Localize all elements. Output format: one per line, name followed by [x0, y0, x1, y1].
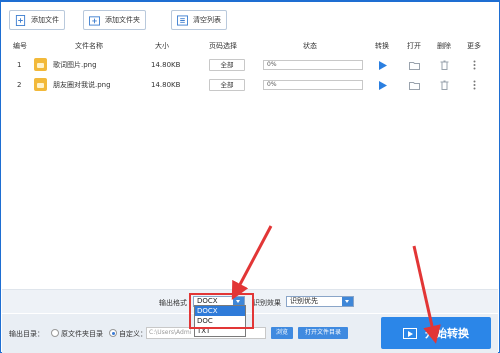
header-index: 编号: [13, 42, 27, 50]
start-convert-button[interactable]: 开始转换: [381, 317, 491, 349]
row-index: 1: [17, 61, 22, 69]
header-delete: 删除: [437, 42, 451, 50]
converter-window: 添加文件 添加文件夹 清空列表 编号 文件名称 大小 页码选择 状态 转换 打开…: [0, 0, 500, 353]
row-size: 14.80KB: [151, 81, 181, 89]
row-index: 2: [17, 81, 22, 89]
file-table-header: 编号 文件名称 大小 页码选择 状态 转换 打开 删除 更多: [5, 39, 495, 53]
recognition-value: 识别优先: [290, 297, 318, 305]
add-folder-icon: [89, 15, 100, 26]
format-label: 输出格式: [159, 299, 187, 307]
add-folder-label: 添加文件夹: [105, 16, 140, 24]
header-name: 文件名称: [75, 42, 103, 50]
delete-trash-icon[interactable]: [438, 79, 450, 91]
more-dots-icon[interactable]: [468, 79, 480, 91]
table-row[interactable]: 2 朋友圈对我说.png 14.80KB 全部 0%: [5, 76, 495, 94]
row-filename: 朋友圈对我说.png: [53, 81, 111, 89]
radio-source-folder[interactable]: [51, 329, 59, 337]
table-row[interactable]: 1 歌词图片.png 14.80KB 全部 0%: [5, 56, 495, 74]
clear-list-icon: [177, 14, 188, 26]
header-convert: 转换: [375, 42, 389, 50]
more-dots-icon[interactable]: [468, 59, 480, 71]
image-file-icon: [34, 78, 47, 91]
recognition-select[interactable]: 识别优先: [286, 296, 354, 307]
row-filename: 歌词图片.png: [53, 61, 97, 69]
add-folder-button[interactable]: 添加文件夹: [83, 10, 146, 30]
start-convert-label: 开始转换: [425, 327, 469, 340]
browse-button[interactable]: 浏览: [271, 327, 293, 339]
add-file-icon: [15, 14, 26, 26]
header-status: 状态: [303, 42, 317, 50]
convert-play-icon[interactable]: [377, 79, 389, 91]
header-open: 打开: [407, 42, 421, 50]
clear-list-button[interactable]: 清空列表: [171, 10, 227, 30]
image-file-icon: [34, 58, 47, 71]
open-folder-icon[interactable]: [408, 59, 420, 71]
page-select-button[interactable]: 全部: [209, 59, 245, 71]
radio-custom-folder[interactable]: [109, 329, 117, 337]
add-file-button[interactable]: 添加文件: [9, 10, 65, 30]
open-folder-icon[interactable]: [408, 79, 420, 91]
page-select-button[interactable]: 全部: [209, 79, 245, 91]
recognition-label: 识别效果: [253, 299, 281, 307]
chevron-down-icon[interactable]: [342, 297, 353, 306]
convert-play-icon[interactable]: [377, 59, 389, 71]
progress-bar: 0%: [263, 60, 363, 70]
progress-bar: 0%: [263, 80, 363, 90]
clear-list-label: 清空列表: [193, 16, 221, 24]
toolbar: 添加文件 添加文件夹 清空列表: [5, 8, 495, 32]
row-size: 14.80KB: [151, 61, 181, 69]
output-dir-label: 输出目录：: [9, 330, 44, 338]
radio-custom-label: 自定义：: [119, 330, 147, 338]
header-more: 更多: [467, 42, 481, 50]
header-size: 大小: [155, 42, 169, 50]
annotation-highlight-box: [189, 293, 254, 329]
open-output-folder-button[interactable]: 打开文件目录: [298, 327, 348, 339]
play-icon: [403, 327, 417, 339]
radio-source-label: 原文件夹目录: [61, 330, 103, 338]
header-pages: 页码选择: [209, 42, 237, 50]
delete-trash-icon[interactable]: [438, 59, 450, 71]
add-file-label: 添加文件: [31, 16, 59, 24]
